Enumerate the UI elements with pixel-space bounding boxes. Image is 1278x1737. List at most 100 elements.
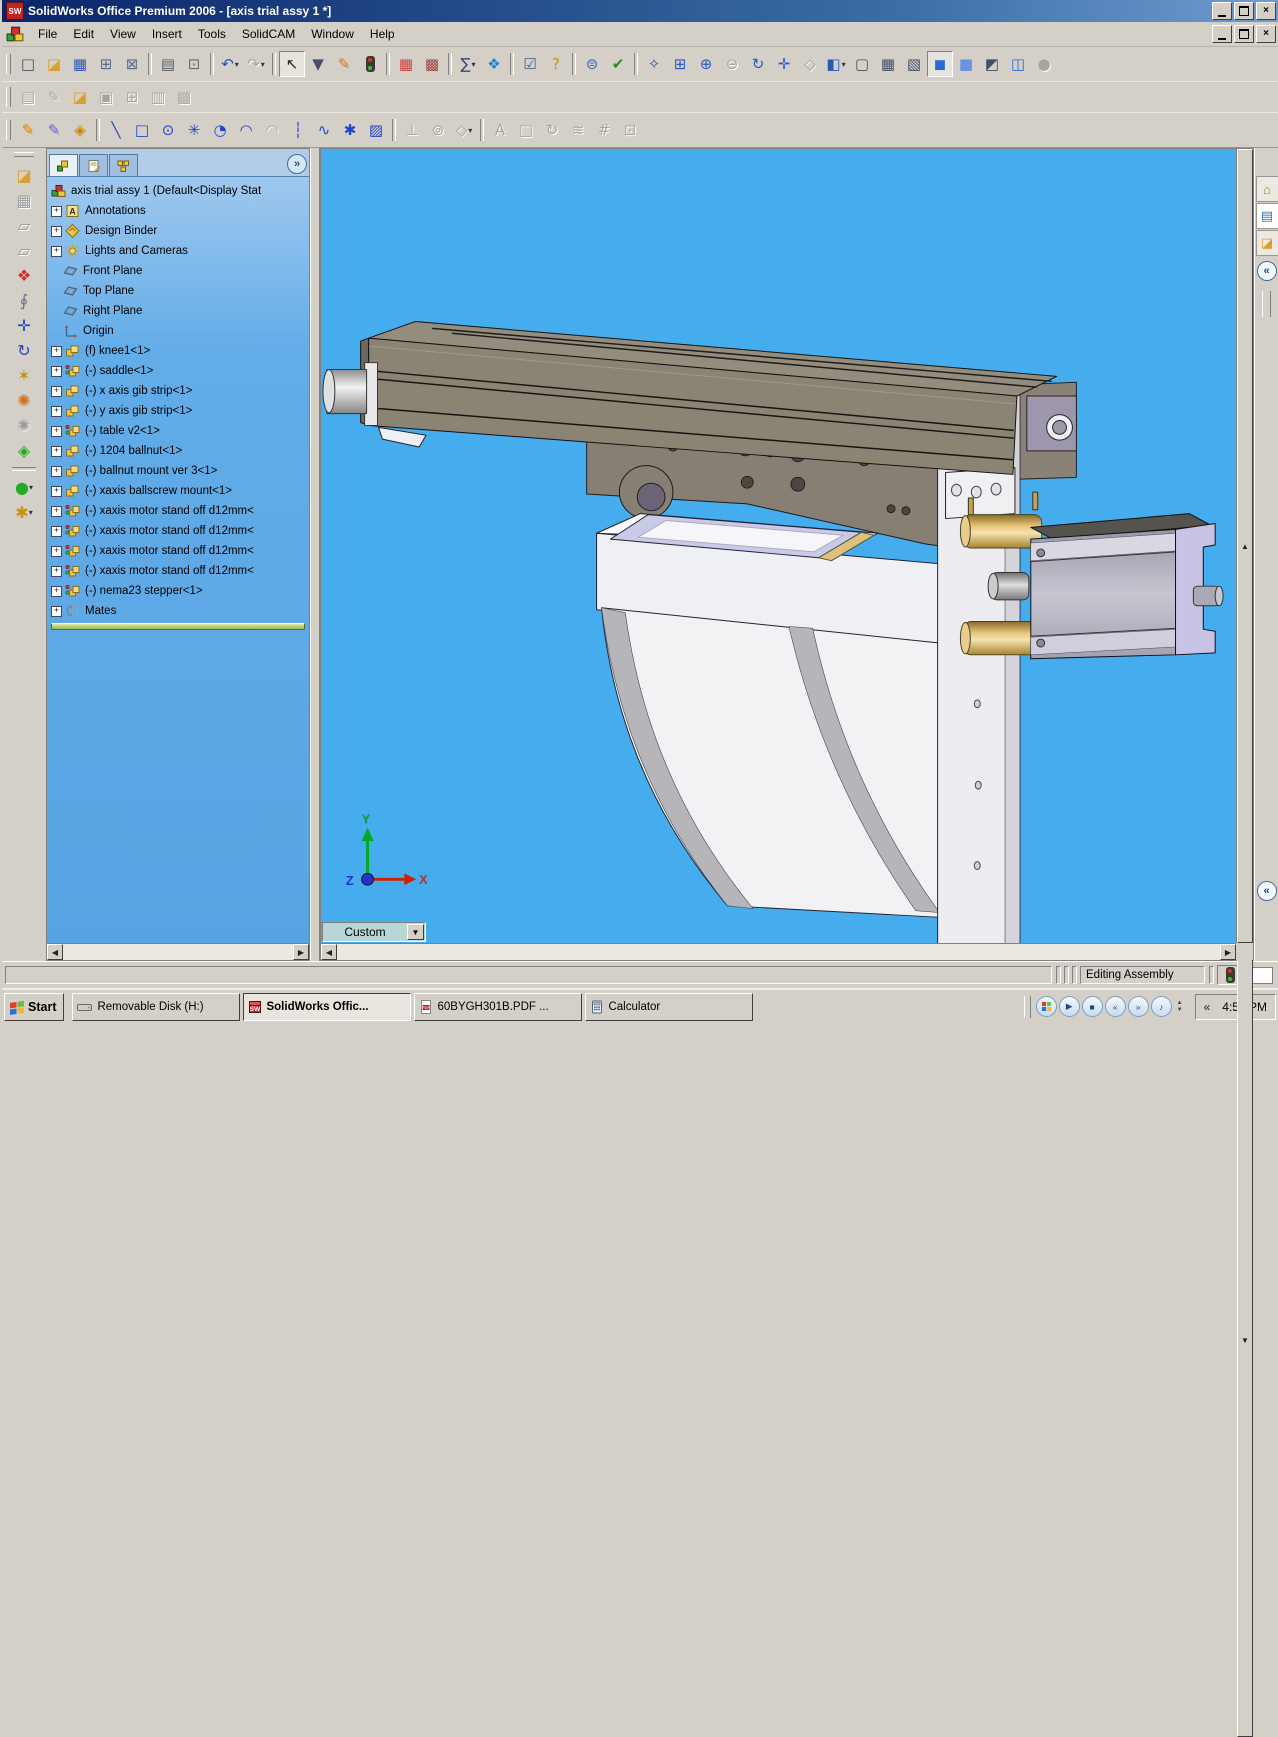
note[interactable]: A xyxy=(487,117,513,143)
rectangle[interactable]: □ xyxy=(129,117,155,143)
hidden-lines-removed[interactable]: ▧ xyxy=(901,51,927,77)
expand-toggle[interactable]: + xyxy=(51,466,62,477)
expand-toggle[interactable]: + xyxy=(51,566,62,577)
open-document[interactable]: ◪ xyxy=(41,51,67,77)
taskbar-button-60bygh301b-pdf[interactable]: PDF60BYGH301B.PDF ... xyxy=(414,993,582,1021)
expand-toggle[interactable]: + xyxy=(51,226,62,237)
zoom-in-out[interactable]: ⊕ xyxy=(693,51,719,77)
print-preview[interactable]: ⊡ xyxy=(181,51,207,77)
scroll-left[interactable]: ◀ xyxy=(321,944,337,960)
apply-texture[interactable]: ▩ xyxy=(419,51,445,77)
tree-item-front-plane[interactable]: Front Plane xyxy=(49,261,309,281)
tree-item-ballnut-mount-ver-3-1[interactable]: +(-) ballnut mount ver 3<1> xyxy=(49,461,309,481)
wmp-next[interactable]: » xyxy=(1128,996,1149,1017)
view-orientation-dropdown[interactable]: ▼ xyxy=(407,924,424,940)
wmp-volume[interactable]: ♪ xyxy=(1151,996,1172,1017)
tree-item-x-axis-gib-strip-1[interactable]: +(-) x axis gib strip<1> xyxy=(49,381,309,401)
standard-views[interactable]: ◧▾ xyxy=(823,51,849,77)
tree-item-xaxis-ballscrew-mount-1[interactable]: +(-) xaxis ballscrew mount<1> xyxy=(49,481,309,501)
menu-solidcam[interactable]: SolidCAM xyxy=(234,24,303,44)
rotate-view[interactable]: ↻ xyxy=(745,51,771,77)
tree-item-y-axis-gib-strip-1[interactable]: +(-) y axis gib strip<1> xyxy=(49,401,309,421)
menu-tools[interactable]: Tools xyxy=(190,24,234,44)
shadows-in-shaded-mode[interactable]: ◩ xyxy=(979,51,1005,77)
move-component[interactable]: ✛ xyxy=(11,313,37,338)
help[interactable]: ? xyxy=(543,51,569,77)
datum-feature[interactable]: ⊡ xyxy=(617,117,643,143)
convert-entities[interactable]: ▨ xyxy=(363,117,389,143)
tree-item-right-plane[interactable]: Right Plane xyxy=(49,301,309,321)
addin-open-button[interactable]: ◪ xyxy=(67,84,93,110)
graphics-viewport[interactable]: X Y Z Custom ▼ xyxy=(321,149,1236,943)
tree-item-top-plane[interactable]: Top Plane xyxy=(49,281,309,301)
menu-edit[interactable]: Edit xyxy=(65,24,102,44)
selection-filter[interactable]: ▼ xyxy=(305,51,331,77)
smart-fasteners[interactable]: ✶ xyxy=(11,363,37,388)
redo-dropdown[interactable]: ▾ xyxy=(261,60,265,69)
balloon[interactable]: □ xyxy=(513,117,539,143)
new-document[interactable]: □ xyxy=(15,51,41,77)
rollback-bar[interactable] xyxy=(51,623,305,630)
tangent-arc[interactable]: ◠ xyxy=(233,117,259,143)
geometric-tolerance[interactable]: # xyxy=(591,117,617,143)
solidworks-rx[interactable]: ✔ xyxy=(605,51,631,77)
tree-item-lights-and-cameras[interactable]: +Lights and Cameras xyxy=(49,241,309,261)
undo-dropdown[interactable]: ▾ xyxy=(235,60,239,69)
shaded-with-edges[interactable]: ◼ xyxy=(927,51,953,77)
scroll-down[interactable]: ▼ xyxy=(1237,943,1253,1737)
close-button[interactable]: × xyxy=(1256,2,1276,20)
point[interactable]: ✱ xyxy=(337,117,363,143)
menu-file[interactable]: File xyxy=(30,24,65,44)
doc-restore-button[interactable] xyxy=(1234,25,1254,43)
add-relation[interactable]: ⊥ xyxy=(399,117,425,143)
tree-item-table-v2-1[interactable]: +(-) table v2<1> xyxy=(49,421,309,441)
sketch[interactable]: ✎ xyxy=(15,117,41,143)
scroll-right[interactable]: ▶ xyxy=(1220,944,1236,960)
panel-horizontal-scrollbar[interactable]: ◀ ▶ xyxy=(47,943,309,960)
cad-model[interactable]: X Y Z xyxy=(321,149,1236,943)
edit-color[interactable]: ▦ xyxy=(393,51,419,77)
save[interactable]: ▦ xyxy=(67,51,93,77)
weld-symbol[interactable]: ≋ xyxy=(565,117,591,143)
measure-dropdown[interactable]: ▾ xyxy=(472,60,476,69)
make-assembly-from-part[interactable]: ⊠ xyxy=(119,51,145,77)
tree-item-nema23-stepper-1[interactable]: +(-) nema23 stepper<1> xyxy=(49,581,309,601)
wmp-play[interactable]: ▶ xyxy=(1059,996,1080,1017)
taskbar-button-removable-disk-h[interactable]: Removable Disk (H:) xyxy=(72,993,240,1021)
minimize-button[interactable] xyxy=(1212,2,1232,20)
panel-scroll-left[interactable]: ◀ xyxy=(47,944,63,960)
expand-toggle[interactable]: + xyxy=(51,446,62,457)
toolbox-dropdown[interactable]: ▾ xyxy=(29,508,33,517)
shaded[interactable]: ■ xyxy=(953,51,979,77)
edit-part[interactable]: ✎ xyxy=(331,51,357,77)
taskbar-button-calculator[interactable]: Calculator xyxy=(585,993,753,1021)
model-geometry[interactable] xyxy=(323,322,1223,943)
expand-toggle[interactable]: + xyxy=(51,506,62,517)
expand-toggle[interactable]: + xyxy=(51,406,62,417)
solidworks-resources[interactable]: ⌂ xyxy=(1256,176,1278,202)
start-button[interactable]: Start xyxy=(4,993,64,1021)
interference-detection[interactable]: ◈ xyxy=(11,438,37,463)
circle[interactable]: ⊙ xyxy=(155,117,181,143)
hidden-components[interactable]: ▦ xyxy=(11,188,37,213)
select[interactable]: ↖ xyxy=(279,51,305,77)
doc-close-button[interactable]: × xyxy=(1256,25,1276,43)
view-orientation-combo[interactable]: Custom ▼ xyxy=(322,922,426,942)
tray-spinner[interactable]: ▲▼ xyxy=(1174,1000,1186,1013)
menu-window[interactable]: Window xyxy=(303,24,362,44)
simulation-dropdown[interactable]: ▾ xyxy=(29,483,33,492)
tree-item-origin[interactable]: Origin xyxy=(49,321,309,341)
menu-help[interactable]: Help xyxy=(362,24,403,44)
redo[interactable]: ↷▾ xyxy=(243,51,269,77)
expand-toggle[interactable]: + xyxy=(51,346,62,357)
tree-item-f-knee1-1[interactable]: +(f) knee1<1> xyxy=(49,341,309,361)
grayed-addin-button-4[interactable]: ⊞ xyxy=(119,84,145,110)
tree-item-1204-ballnut-1[interactable]: +(-) 1204 ballnut<1> xyxy=(49,441,309,461)
tray-toolbar-handle[interactable] xyxy=(1024,996,1031,1018)
scroll-up[interactable]: ▲ xyxy=(1237,149,1253,943)
polygon[interactable]: ✳ xyxy=(181,117,207,143)
tree-item-mates[interactable]: +Mates xyxy=(49,601,309,621)
task-pane-handle[interactable] xyxy=(1262,291,1271,317)
expand-toggle[interactable]: + xyxy=(51,426,62,437)
wmp-previous[interactable]: « xyxy=(1105,996,1126,1017)
